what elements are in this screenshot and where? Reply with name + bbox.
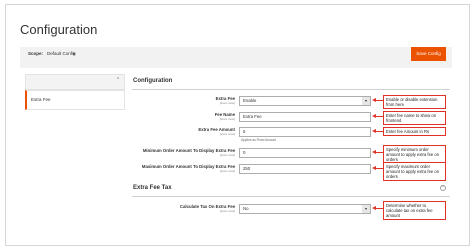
- max-amount-scope: [store view]: [219, 169, 235, 173]
- sidebar-item-label[interactable]: Extra Fee: [31, 97, 51, 103]
- section-title-configuration[interactable]: Configuration: [133, 77, 172, 85]
- extra-fee-scope: [store view]: [219, 101, 235, 105]
- chevron-down-icon[interactable]: ▼: [72, 51, 76, 57]
- chevron-down-icon[interactable]: ▾: [362, 97, 370, 105]
- scope-bar: [20, 47, 452, 68]
- fee-amount-input[interactable]: 5: [239, 127, 371, 137]
- callout-extra-fee: Enable or disable extension from here: [383, 95, 446, 109]
- min-amount-input[interactable]: 0: [239, 148, 371, 158]
- callout-max-amount: Specify maximum order amount to apply ex…: [383, 162, 446, 181]
- chevron-up-icon[interactable]: ⌃: [116, 77, 120, 84]
- save-config-button[interactable]: Save Config: [411, 47, 446, 61]
- arrow-head-icon: [372, 98, 376, 102]
- arrow-head-icon: [372, 150, 376, 154]
- chevron-down-icon[interactable]: ▾: [362, 205, 370, 213]
- section-title-extra-fee-tax[interactable]: Extra Fee Tax: [133, 184, 172, 192]
- section-divider: [132, 89, 450, 90]
- arrow-head-icon: [372, 166, 376, 170]
- callout-fee-name: Enter fee name to show on frontend: [383, 111, 446, 125]
- sidebar-group-header[interactable]: [25, 74, 125, 90]
- callout-calc-tax: Determine whether to calculate tax on ex…: [383, 201, 446, 220]
- extra-fee-select[interactable]: Enable: [239, 96, 371, 106]
- min-amount-scope: [store view]: [219, 153, 235, 157]
- page-title: Configuration: [20, 22, 98, 37]
- arrow-head-icon: [372, 129, 376, 133]
- max-amount-input[interactable]: 250: [239, 164, 371, 174]
- fee-name-input[interactable]: Extra Fee: [239, 112, 371, 122]
- calc-tax-scope: [store view]: [219, 209, 235, 213]
- calc-tax-select[interactable]: No: [239, 204, 371, 214]
- arrow-head-icon: [372, 114, 376, 118]
- scope-label: Scope:: [28, 51, 44, 56]
- collapse-toggle-icon[interactable]: ⌃: [440, 185, 446, 191]
- section-divider: [132, 196, 450, 197]
- callout-fee-amount: Enter fee Amount in Rs: [383, 127, 446, 136]
- fee-name-scope: [store view]: [219, 117, 235, 121]
- fee-amount-hint: Applies as Fixed Amount: [241, 138, 277, 142]
- arrow-head-icon: [372, 206, 376, 210]
- fee-amount-scope: [store view]: [219, 132, 235, 136]
